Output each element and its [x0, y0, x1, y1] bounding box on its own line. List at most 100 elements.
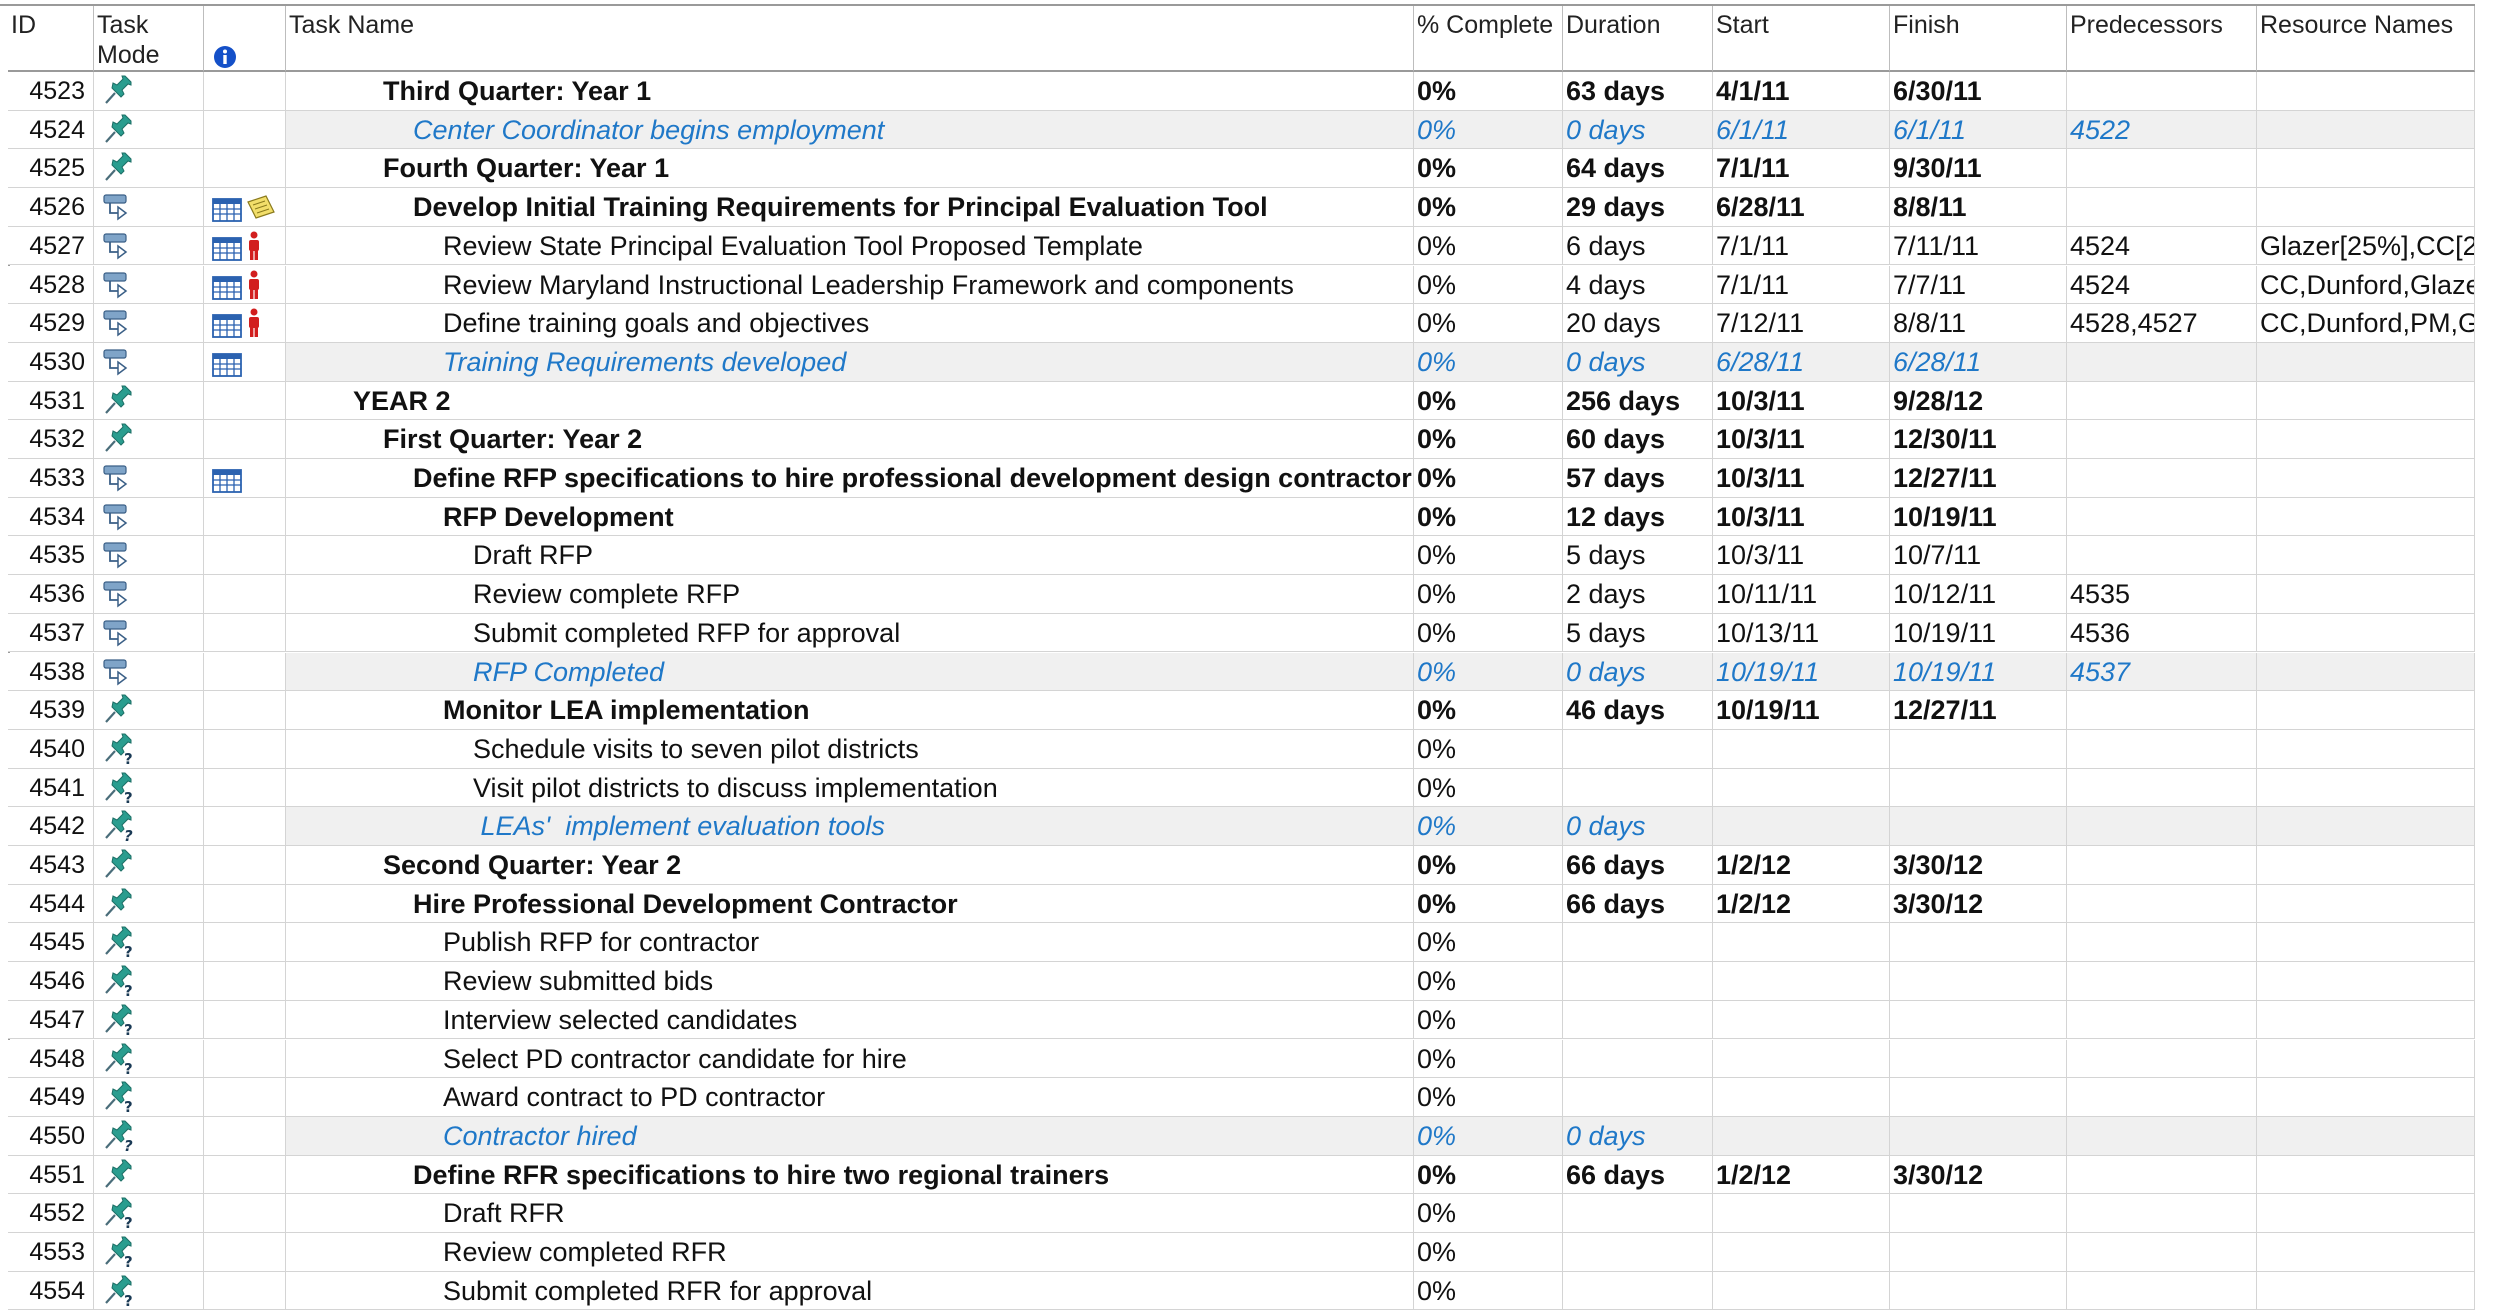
finish-date-cell[interactable]: 6/30/11 [1890, 72, 2067, 111]
table-row[interactable]: 4542? LEAs' implement evaluation tools 0%… [8, 807, 2475, 846]
task-mode-cell[interactable]: ? [94, 1233, 204, 1272]
start-date-cell[interactable]: 10/19/11 [1713, 691, 1890, 730]
task-name-cell[interactable]: Review State Principal Evaluation Tool P… [286, 226, 1414, 266]
table-row[interactable]: 4537 Submit completed RFP for approval 0% 5… [8, 613, 2475, 653]
task-name-cell[interactable]: LEAs' implement evaluation tools [286, 807, 1414, 846]
task-mode-cell[interactable]: ? [94, 729, 204, 769]
table-row[interactable]: 4538 RFP Completed 0% 0 days 10/19/11 10/19/1… [8, 652, 2475, 692]
indicators-cell[interactable] [204, 459, 286, 498]
task-id-cell[interactable]: 4523 [8, 72, 94, 111]
start-date-cell[interactable] [1713, 1078, 1890, 1117]
pct-complete-cell[interactable]: 0% [1414, 304, 1563, 343]
column-header-finish[interactable]: Finish [1890, 6, 2067, 72]
indicators-cell[interactable] [204, 884, 286, 924]
predecessors-cell[interactable]: 4535 [2067, 575, 2257, 614]
indicators-cell[interactable] [204, 962, 286, 1001]
indicators-cell[interactable] [204, 729, 286, 769]
predecessors-cell[interactable] [2067, 342, 2257, 382]
task-name-cell[interactable]: Fourth Quarter: Year 1 [286, 149, 1414, 189]
task-id-cell[interactable]: 4528 [8, 265, 94, 305]
task-id-cell[interactable]: 4541 [8, 768, 94, 808]
task-name-cell[interactable]: Review submitted bids [286, 962, 1414, 1001]
duration-cell[interactable] [1563, 1078, 1713, 1117]
start-date-cell[interactable]: 1/2/12 [1713, 846, 1890, 885]
table-row[interactable]: 4536 Review complete RFP 0% 2 days 10/11/11 1… [8, 575, 2475, 614]
predecessors-cell[interactable] [2067, 846, 2257, 885]
resource-names-cell[interactable] [2257, 1233, 2475, 1272]
duration-cell[interactable] [1563, 923, 1713, 963]
pct-complete-cell[interactable]: 0% [1414, 188, 1563, 227]
resource-names-cell[interactable] [2257, 768, 2475, 808]
predecessors-cell[interactable]: 4522 [2067, 110, 2257, 150]
task-id-cell[interactable]: 4545 [8, 923, 94, 963]
duration-cell[interactable]: 256 days [1563, 381, 1713, 421]
task-mode-cell[interactable] [94, 884, 204, 924]
predecessors-cell[interactable] [2067, 497, 2257, 537]
duration-cell[interactable]: 0 days [1563, 807, 1713, 846]
task-mode-cell[interactable]: ? [94, 1000, 204, 1040]
predecessors-cell[interactable] [2067, 188, 2257, 227]
indicators-cell[interactable] [204, 72, 286, 111]
resource-names-cell[interactable]: Glazer[25%],CC[25 [2257, 226, 2475, 266]
predecessors-cell[interactable]: 4524 [2067, 265, 2257, 305]
indicators-cell[interactable] [204, 1039, 286, 1079]
predecessors-cell[interactable] [2067, 884, 2257, 924]
task-mode-cell[interactable]: ? [94, 923, 204, 963]
indicators-cell[interactable] [204, 768, 286, 808]
task-name-cell[interactable]: Third Quarter: Year 1 [286, 72, 1414, 111]
task-name-cell[interactable]: Review completed RFR [286, 1233, 1414, 1272]
finish-date-cell[interactable]: 12/30/11 [1890, 420, 2067, 459]
table-row[interactable]: 4548? Select PD contractor candidate for … [8, 1039, 2475, 1079]
task-mode-cell[interactable] [94, 342, 204, 382]
person-icon[interactable] [246, 308, 262, 342]
duration-cell[interactable] [1563, 1039, 1713, 1079]
start-date-cell[interactable]: 10/11/11 [1713, 575, 1890, 614]
start-date-cell[interactable] [1713, 962, 1890, 1001]
start-date-cell[interactable] [1713, 807, 1890, 846]
duration-cell[interactable]: 66 days [1563, 846, 1713, 885]
task-mode-cell[interactable] [94, 304, 204, 343]
task-id-cell[interactable]: 4551 [8, 1155, 94, 1195]
predecessors-cell[interactable]: 4536 [2067, 613, 2257, 653]
finish-date-cell[interactable]: 7/7/11 [1890, 265, 2067, 305]
task-id-cell[interactable]: 4530 [8, 342, 94, 382]
duration-cell[interactable] [1563, 768, 1713, 808]
calendar-icon[interactable] [212, 349, 242, 381]
task-name-cell[interactable]: Center Coordinator begins employment [286, 110, 1414, 150]
duration-cell[interactable]: 12 days [1563, 497, 1713, 537]
task-name-cell[interactable]: Training Requirements developed [286, 342, 1414, 382]
task-name-cell[interactable]: Contractor hired [286, 1116, 1414, 1156]
predecessors-cell[interactable] [2067, 691, 2257, 730]
indicators-cell[interactable] [204, 807, 286, 846]
calendar-icon[interactable] [212, 233, 242, 265]
duration-cell[interactable]: 0 days [1563, 342, 1713, 382]
indicators-cell[interactable] [204, 923, 286, 963]
task-id-cell[interactable]: 4548 [8, 1039, 94, 1079]
pct-complete-cell[interactable]: 0% [1414, 691, 1563, 730]
pct-complete-cell[interactable]: 0% [1414, 884, 1563, 924]
resource-names-cell[interactable] [2257, 1194, 2475, 1233]
finish-date-cell[interactable] [1890, 1078, 2067, 1117]
indicators-cell[interactable] [204, 1271, 286, 1310]
start-date-cell[interactable] [1713, 1000, 1890, 1040]
task-id-cell[interactable]: 4525 [8, 149, 94, 189]
finish-date-cell[interactable]: 10/19/11 [1890, 613, 2067, 653]
resource-names-cell[interactable] [2257, 691, 2475, 730]
duration-cell[interactable]: 0 days [1563, 1116, 1713, 1156]
column-header-indicators[interactable] [204, 6, 286, 72]
table-row[interactable]: 4543 Second Quarter: Year 2 0% 66 days 1/2/1… [8, 846, 2475, 885]
task-name-cell[interactable]: Second Quarter: Year 2 [286, 846, 1414, 885]
task-id-cell[interactable]: 4549 [8, 1078, 94, 1117]
table-row[interactable]: 4524 Center Coordinator begins employment… [8, 110, 2475, 150]
table-row[interactable]: 4554? Submit completed RFR for approval 0% [8, 1271, 2475, 1310]
duration-cell[interactable]: 0 days [1563, 110, 1713, 150]
predecessors-cell[interactable] [2067, 149, 2257, 189]
predecessors-cell[interactable] [2067, 962, 2257, 1001]
task-id-cell[interactable]: 4527 [8, 226, 94, 266]
task-name-cell[interactable]: First Quarter: Year 2 [286, 420, 1414, 459]
person-icon[interactable] [246, 270, 262, 304]
start-date-cell[interactable]: 4/1/11 [1713, 72, 1890, 111]
finish-date-cell[interactable]: 8/8/11 [1890, 188, 2067, 227]
table-row[interactable]: 4541? Visit pilot districts to discuss im… [8, 768, 2475, 808]
table-row[interactable]: 4529 Define training goals and objectives… [8, 304, 2475, 343]
